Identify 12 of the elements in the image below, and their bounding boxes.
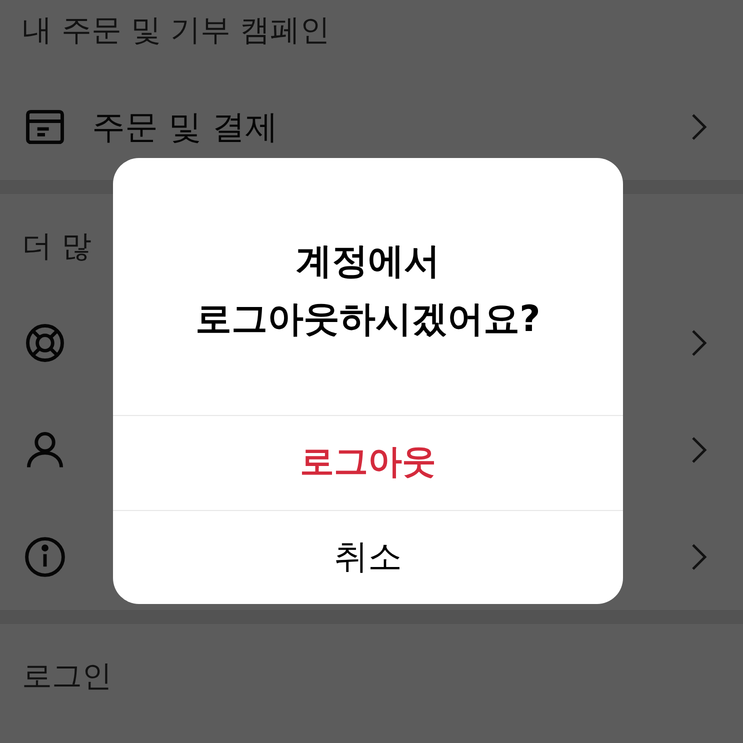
dialog-title: 계정에서	[296, 240, 440, 284]
chevron-right-icon	[691, 112, 707, 140]
chevron-right-icon	[691, 436, 707, 464]
section-header: 내 주문 및 기부 캠페인	[22, 13, 330, 48]
chevron-right-icon	[691, 542, 707, 570]
menu-label: 주문 및 결제	[92, 106, 278, 148]
logout-button[interactable]: 로그아웃	[113, 415, 623, 510]
section-header: 로그인	[22, 659, 112, 694]
cancel-button[interactable]: 취소	[113, 510, 623, 604]
dialog-title: 로그아웃하시겠어요?	[196, 298, 540, 342]
chevron-right-icon	[691, 328, 707, 356]
section-header: 더 많	[22, 229, 92, 264]
